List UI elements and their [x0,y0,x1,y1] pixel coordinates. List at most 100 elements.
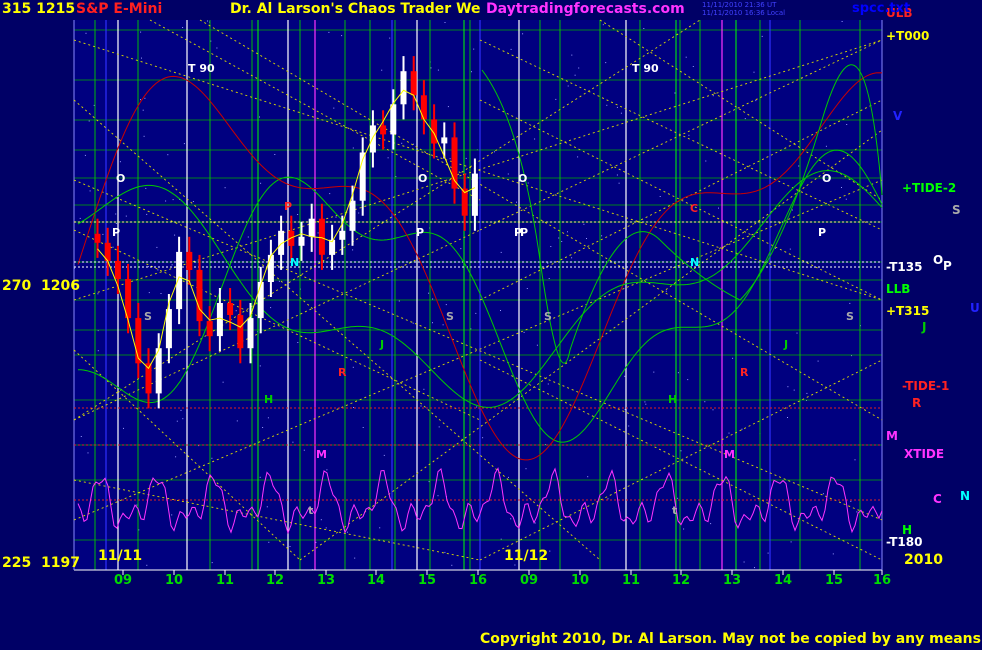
star-dot [510,518,512,520]
chart-marker: N [290,256,299,269]
price-candle [431,119,438,144]
star-dot [383,454,385,456]
star-dot [846,124,848,125]
star-dot [289,546,291,547]
price-candle [216,303,223,337]
star-dot [438,426,440,428]
star-dot [744,118,746,120]
star-dot [260,182,262,184]
right-label: J [921,320,926,334]
right-label: R [912,396,921,410]
star-dot [171,514,173,516]
star-dot [571,54,573,56]
chart-marker: O [822,172,831,185]
star-dot [732,357,734,359]
right-label: LLB [886,282,910,296]
chart-marker: N [690,256,699,269]
star-dot [558,237,560,239]
star-dot [320,519,322,521]
chart-marker: R [338,366,347,379]
star-dot [445,304,447,306]
star-dot [87,452,89,454]
star-dot [471,71,472,73]
y-label-middle-angle: 270 [2,278,32,294]
star-dot [728,432,730,434]
instrument-title: S&P E-Mini [76,1,163,17]
star-dot [500,538,502,540]
price-candle [298,236,305,246]
star-dot [547,262,549,264]
star-dot [674,92,676,94]
star-dot [362,427,364,428]
star-dot [774,247,776,249]
star-dot [401,142,403,144]
x-tick-label: 16 [873,573,891,588]
chart-marker: J [783,338,788,351]
star-dot [510,48,512,50]
star-dot [507,173,509,175]
star-dot [352,147,354,149]
chart-marker: P [112,226,120,239]
star-dot [146,213,148,215]
price-candle [308,218,315,237]
star-dot [527,182,529,184]
star-dot [767,552,769,554]
star-dot [534,138,536,140]
x-tick-label: 11 [216,573,234,588]
star-dot [333,107,335,109]
x-tick-label: 14 [774,573,792,588]
star-dot [825,145,827,147]
star-dot [536,344,538,346]
star-dot [236,420,238,422]
star-dot [354,557,356,559]
star-dot [687,379,689,381]
star-dot [618,182,620,184]
star-dot [583,223,585,225]
star-dot [460,248,462,250]
copyright: Copyright 2010, Dr. Al Larson. May not b… [480,631,982,647]
star-dot [555,98,557,100]
right-label: M [886,429,898,443]
chart-marker: P [284,200,292,213]
star-dot [712,409,714,411]
star-dot [850,500,852,502]
star-dot [389,37,391,39]
chart-marker: H [668,393,677,406]
star-dot [147,266,149,268]
star-dot [522,33,524,35]
star-dot [175,456,177,458]
star-dot [167,154,169,156]
star-dot [317,232,319,234]
chart-marker: R [740,366,749,379]
star-dot [160,293,162,294]
star-dot [677,497,679,499]
chart-title: Dr. Al Larson's Chaos Trader We [230,1,481,17]
price-candle [349,200,356,231]
star-dot [841,21,843,22]
star-dot [88,120,90,122]
x-tick-label: 12 [266,573,284,588]
star-dot [140,99,141,101]
x-tick-label: 10 [571,573,589,588]
star-dot [325,527,327,529]
star-dot [358,212,360,214]
star-dot [755,100,757,102]
star-dot [259,365,261,367]
star-dot [266,506,268,508]
star-dot [398,300,400,302]
star-dot [136,504,138,506]
star-dot [115,213,117,215]
star-dot [787,417,788,418]
star-dot [93,104,95,106]
star-dot [84,154,86,156]
star-dot [602,24,604,26]
star-dot [516,201,517,203]
x-tick-label: 16 [469,573,487,588]
chart-marker: J [379,338,384,351]
star-dot [437,69,439,71]
star-dot [550,246,552,247]
right-label: -T135 [886,260,922,274]
star-dot [353,407,354,408]
header-left-numbers: 315 1215 [2,1,76,17]
right-label: S [952,203,961,217]
